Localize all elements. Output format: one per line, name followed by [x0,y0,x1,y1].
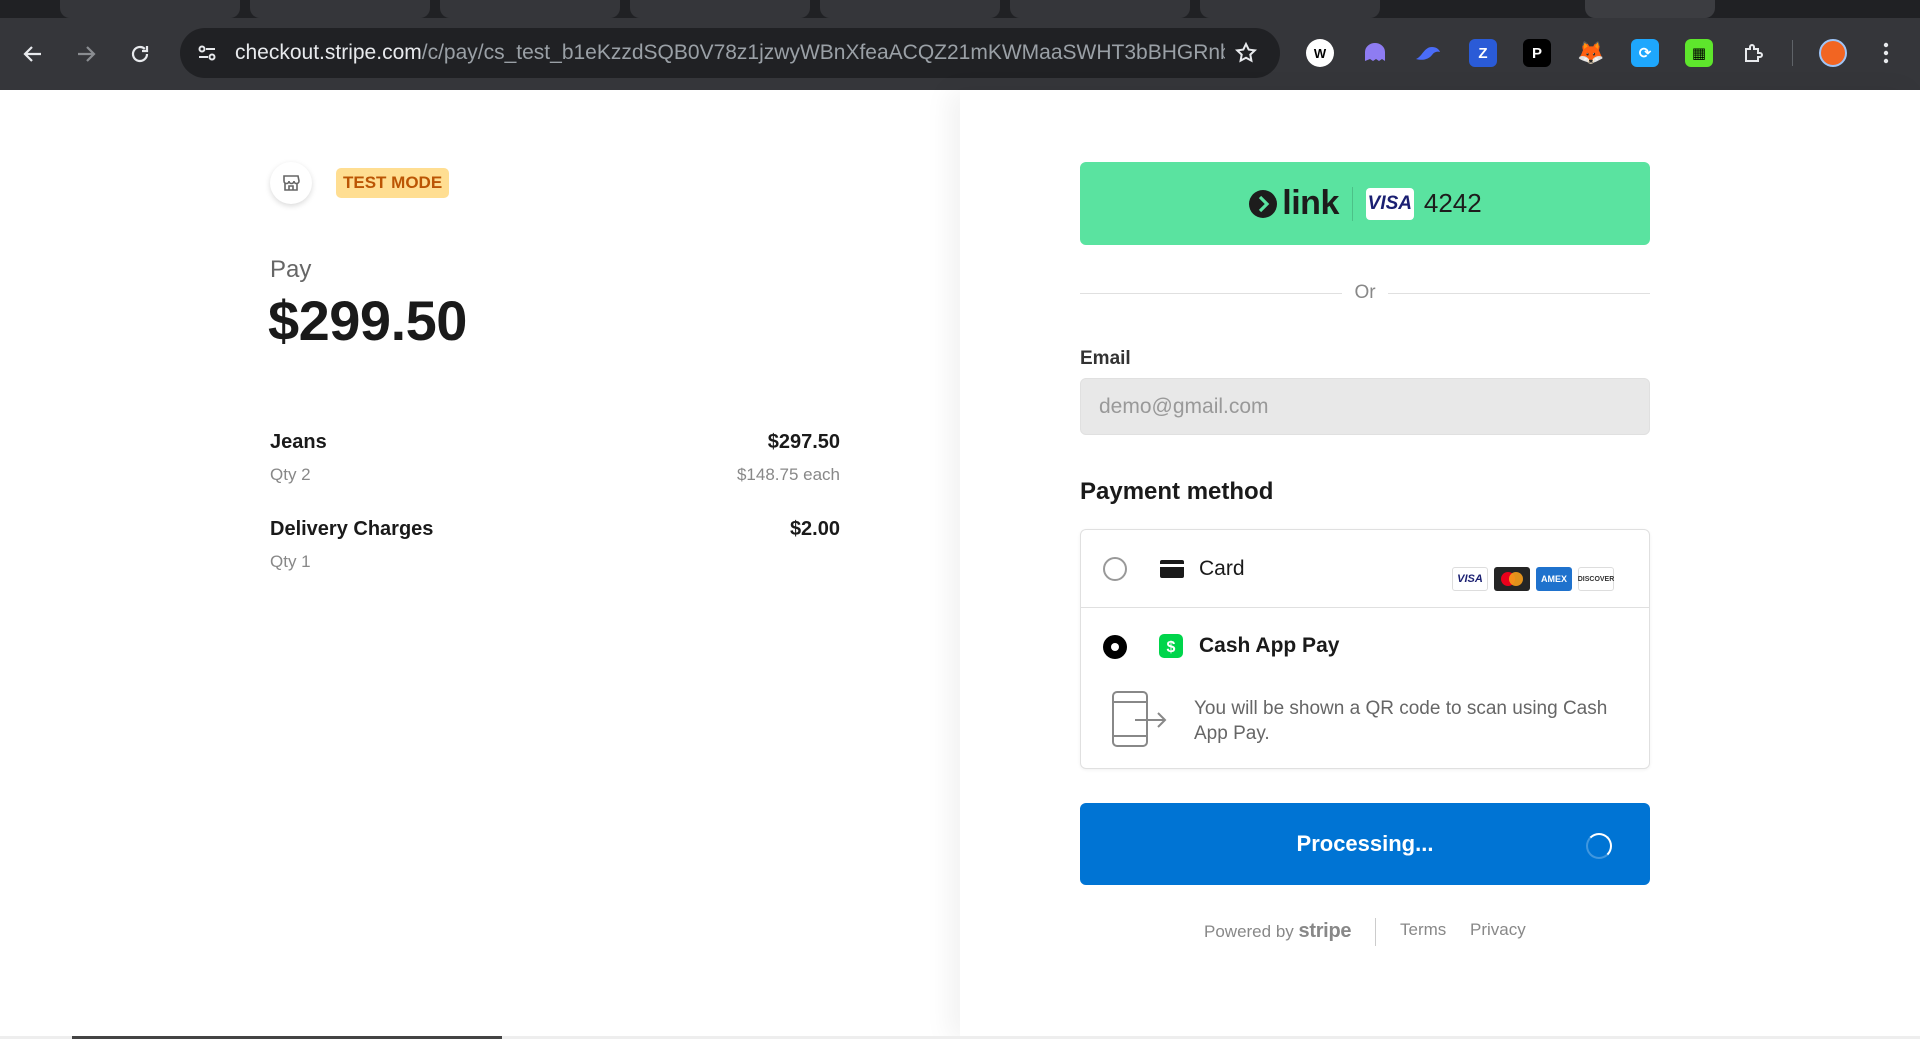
card-option-label: Card [1199,557,1245,580]
bookmark-star-icon[interactable] [1232,39,1260,67]
url-text: checkout.stripe.com/c/pay/cs_test_b1eKzz… [235,41,1225,65]
browser-tab[interactable] [630,0,810,18]
email-field[interactable]: demo@gmail.com [1080,378,1650,435]
card-radio[interactable] [1103,557,1127,581]
payment-option-card[interactable]: Card VISA AMEX DISCOVER [1081,530,1649,607]
puzzle-icon[interactable] [1739,39,1767,67]
line-item-price: $2.00 [789,518,840,540]
amex-logo-icon: AMEX [1536,567,1572,591]
powered-by-text: Powered by [1204,922,1294,941]
bird-icon[interactable] [1414,39,1442,67]
payment-method-title: Payment method [1080,478,1274,505]
tab-strip [0,0,1920,18]
line-item-name: Delivery Charges [270,518,434,540]
browser-tab[interactable] [440,0,620,18]
line-item-price: $297.50 [767,431,840,453]
refresh-ext-icon[interactable]: ⟳ [1631,39,1659,67]
or-divider-left [1080,293,1342,294]
or-divider-text: Or [1354,282,1376,303]
p-icon[interactable]: P [1523,39,1551,67]
ghost-icon[interactable] [1361,39,1389,67]
line-item-unit-price: $148.75 each [736,465,840,484]
visa-card-icon: VISA [1365,187,1414,220]
card-icon [1160,560,1184,578]
profile-avatar[interactable] [1819,39,1847,67]
discover-logo-icon: DISCOVER [1578,567,1614,591]
mastercard-logo-icon [1494,567,1530,591]
browser-tab[interactable] [250,0,430,18]
pay-submit-button[interactable]: Processing... [1080,803,1650,885]
zotero-icon[interactable]: Z [1469,39,1497,67]
wordpress-icon[interactable]: W [1306,39,1334,67]
test-mode-badge: TEST MODE [336,168,450,198]
reload-icon [131,45,149,63]
powered-by[interactable]: Powered by stripe [1204,920,1351,943]
card-last4: 4242 [1423,188,1482,218]
browser-tab[interactable] [1585,0,1715,18]
url-host: checkout.stripe.com [235,41,422,64]
url-path: /c/pay/cs_test_b1eKzzdSQB0V78z1jzwyWBnXf… [421,41,1225,64]
payment-panel: link VISA 4242 Or Email demo@gmail.com P… [960,90,1920,1039]
browser-tab[interactable] [820,0,1000,18]
toolbar-divider [1792,40,1793,66]
link-chevron-icon [1249,189,1278,218]
line-item-qty: Qty 1 [270,552,311,571]
privacy-link[interactable]: Privacy [1470,920,1526,940]
address-bar[interactable]: checkout.stripe.com/c/pay/cs_test_b1eKzz… [180,28,1280,78]
email-label: Email [1080,348,1131,369]
svg-text:$: $ [1167,639,1176,656]
metamask-icon[interactable]: 🦊 [1577,39,1605,67]
line-item-qty: Qty 2 [270,465,311,484]
link-separator [1351,186,1353,221]
cashapp-radio[interactable] [1103,635,1127,659]
payment-method-selector: Card VISA AMEX DISCOVER $ Cash App Pay Y… [1080,529,1650,769]
link-logo: link [1248,184,1339,223]
forward-button[interactable] [68,36,104,72]
line-item-name: Jeans [270,431,327,453]
browser-tab[interactable] [1200,0,1380,18]
total-amount: $299.50 [268,289,467,352]
cashapp-icon: $ [1159,634,1183,658]
stripe-logo: stripe [1298,920,1352,942]
phone-redirect-icon [1112,691,1167,747]
or-divider-right [1388,293,1650,294]
pay-label: Pay [270,256,312,283]
cashapp-description: You will be shown a QR code to scan usin… [1194,698,1608,744]
browser-toolbar: checkout.stripe.com/c/pay/cs_test_b1eKzz… [0,18,1920,90]
forward-arrow-icon [78,46,96,62]
reload-button[interactable] [122,36,158,72]
browser-tab[interactable] [1010,0,1190,18]
store-icon [270,162,312,204]
link-brand-text: link [1282,184,1339,222]
order-summary: TEST MODE Pay $299.50 Jeans Qty 2 $297.5… [0,90,960,1039]
cashapp-option-label: Cash App Pay [1199,634,1340,657]
submit-label: Processing... [1296,831,1434,856]
footer-separator [1375,918,1376,946]
game-icon[interactable]: ▦ [1685,39,1713,67]
loading-spinner-icon [1586,833,1612,859]
back-arrow-icon [23,46,41,62]
link-pay-button[interactable]: link VISA 4242 [1080,162,1650,245]
visa-logo-icon: VISA [1452,567,1488,591]
back-button[interactable] [15,36,51,72]
menu-kebab-icon[interactable] [1872,39,1900,67]
site-info-icon[interactable] [194,40,220,66]
terms-link[interactable]: Terms [1400,920,1446,940]
browser-tab[interactable] [60,0,240,18]
